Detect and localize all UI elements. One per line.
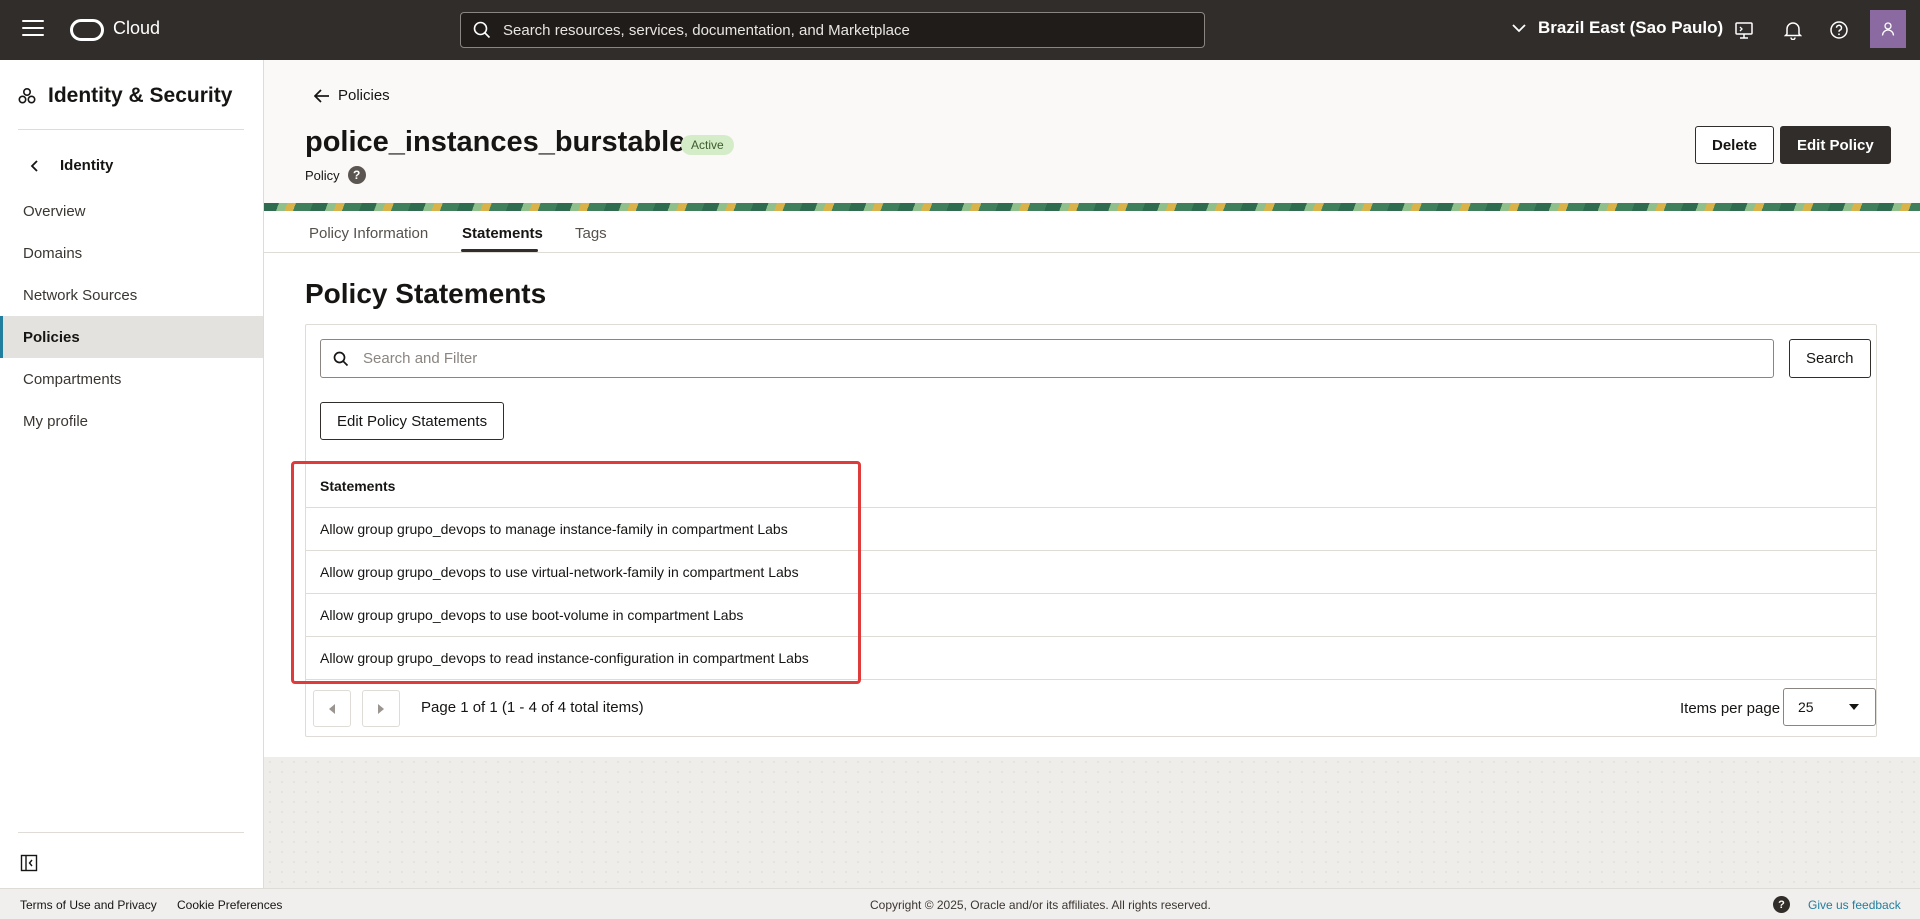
brand-name[interactable]: Cloud bbox=[113, 18, 160, 39]
chevron-left-icon bbox=[30, 159, 38, 172]
table-row: Allow group grupo_devops to manage insta… bbox=[306, 508, 1876, 551]
tab-bar: Policy Information Statements Tags bbox=[264, 211, 1920, 253]
sidebar-item-my-profile[interactable]: My profile bbox=[0, 400, 263, 442]
main-content: Policy Statements Search Edit Policy Sta… bbox=[264, 253, 1920, 757]
global-search[interactable] bbox=[460, 12, 1205, 48]
resource-type-label: Policy bbox=[305, 167, 340, 183]
items-per-page-value: 25 bbox=[1798, 699, 1814, 715]
sidebar-item-domains[interactable]: Domains bbox=[0, 232, 263, 274]
search-button[interactable]: Search bbox=[1789, 339, 1871, 378]
region-label: Brazil East (Sao Paulo) bbox=[1538, 18, 1724, 37]
statements-panel: Search Edit Policy Statements Statements… bbox=[305, 324, 1877, 737]
section-title: Policy Statements bbox=[305, 278, 547, 309]
decorative-banner bbox=[264, 203, 1920, 211]
caret-right-icon bbox=[378, 703, 384, 714]
edit-policy-button[interactable]: Edit Policy bbox=[1780, 126, 1891, 164]
page-subtitle: Policy ? bbox=[305, 166, 366, 184]
copyright-text: Copyright © 2025, Oracle and/or its affi… bbox=[870, 898, 1211, 912]
terms-link[interactable]: Terms of Use and Privacy bbox=[20, 898, 157, 912]
decorative-background bbox=[264, 757, 1920, 888]
feedback-link[interactable]: Give us feedback bbox=[1808, 898, 1901, 912]
page-header: Policies police_instances_burstable Acti… bbox=[264, 60, 1920, 203]
sidebar-item-compartments[interactable]: Compartments bbox=[0, 358, 263, 400]
sidebar-back-identity[interactable]: Identity bbox=[30, 157, 113, 174]
status-badge: Active bbox=[681, 135, 734, 155]
user-icon bbox=[1881, 22, 1895, 36]
oracle-logo-icon[interactable] bbox=[70, 19, 104, 41]
sidebar: Identity & Security Identity Overview Do… bbox=[0, 60, 264, 888]
table-header-statements: Statements bbox=[306, 464, 1876, 508]
help-icon[interactable]: ? bbox=[1773, 896, 1790, 913]
filter-field[interactable] bbox=[320, 339, 1774, 378]
table-row: Allow group grupo_devops to use boot-vol… bbox=[306, 594, 1876, 637]
sidebar-title: Identity & Security bbox=[18, 84, 232, 108]
arrow-left-icon bbox=[314, 88, 329, 103]
region-selector[interactable]: Brazil East (Sao Paulo) bbox=[1512, 18, 1723, 38]
items-per-page-select[interactable]: 25 bbox=[1783, 688, 1876, 726]
back-to-policies-link[interactable]: Policies bbox=[314, 87, 390, 104]
previous-page-button[interactable] bbox=[313, 690, 351, 727]
help-icon[interactable]: ? bbox=[347, 166, 366, 184]
next-page-button[interactable] bbox=[362, 690, 400, 727]
table-row: Allow group grupo_devops to use virtual-… bbox=[306, 551, 1876, 594]
active-tab-indicator bbox=[461, 249, 538, 252]
avatar[interactable] bbox=[1870, 10, 1906, 48]
cookie-preferences-link[interactable]: Cookie Preferences bbox=[177, 898, 282, 912]
page-title: police_instances_burstable bbox=[305, 126, 686, 158]
help-icon[interactable] bbox=[1827, 18, 1851, 42]
search-icon bbox=[333, 351, 349, 366]
tab-policy-information[interactable]: Policy Information bbox=[309, 225, 428, 242]
top-bar: Cloud Brazil East (Sao Paulo) bbox=[0, 0, 1920, 60]
delete-button[interactable]: Delete bbox=[1695, 126, 1775, 164]
collapse-sidebar-icon[interactable] bbox=[20, 854, 38, 877]
sidebar-back-label: Identity bbox=[60, 157, 114, 174]
edit-policy-statements-button[interactable]: Edit Policy Statements bbox=[320, 402, 505, 440]
global-search-input[interactable] bbox=[503, 21, 1183, 39]
sidebar-title-label: Identity & Security bbox=[48, 84, 233, 107]
table-row: Allow group grupo_devops to read instanc… bbox=[306, 637, 1876, 680]
search-icon bbox=[473, 21, 491, 39]
tab-statements[interactable]: Statements bbox=[462, 225, 543, 242]
caret-left-icon bbox=[329, 703, 335, 714]
cloud-shell-icon[interactable] bbox=[1732, 18, 1756, 42]
sidebar-item-overview[interactable]: Overview bbox=[0, 190, 263, 232]
sidebar-item-policies[interactable]: Policies bbox=[0, 316, 263, 358]
filter-input[interactable] bbox=[363, 350, 1743, 367]
sidebar-item-network-sources[interactable]: Network Sources bbox=[0, 274, 263, 316]
chevron-down-icon bbox=[1512, 23, 1526, 32]
sidebar-divider bbox=[18, 129, 244, 130]
identity-security-icon bbox=[18, 87, 36, 104]
footer: Terms of Use and Privacy Cookie Preferen… bbox=[0, 888, 1920, 919]
back-link-label: Policies bbox=[338, 87, 390, 104]
items-per-page-label: Items per page bbox=[1680, 700, 1781, 717]
bell-icon[interactable] bbox=[1781, 18, 1805, 42]
tab-tags[interactable]: Tags bbox=[575, 225, 607, 242]
sidebar-divider bbox=[18, 832, 244, 833]
menu-icon[interactable] bbox=[22, 20, 44, 40]
pagination-status: Page 1 of 1 (1 - 4 of 4 total items) bbox=[421, 699, 644, 716]
caret-down-icon bbox=[1849, 704, 1859, 710]
